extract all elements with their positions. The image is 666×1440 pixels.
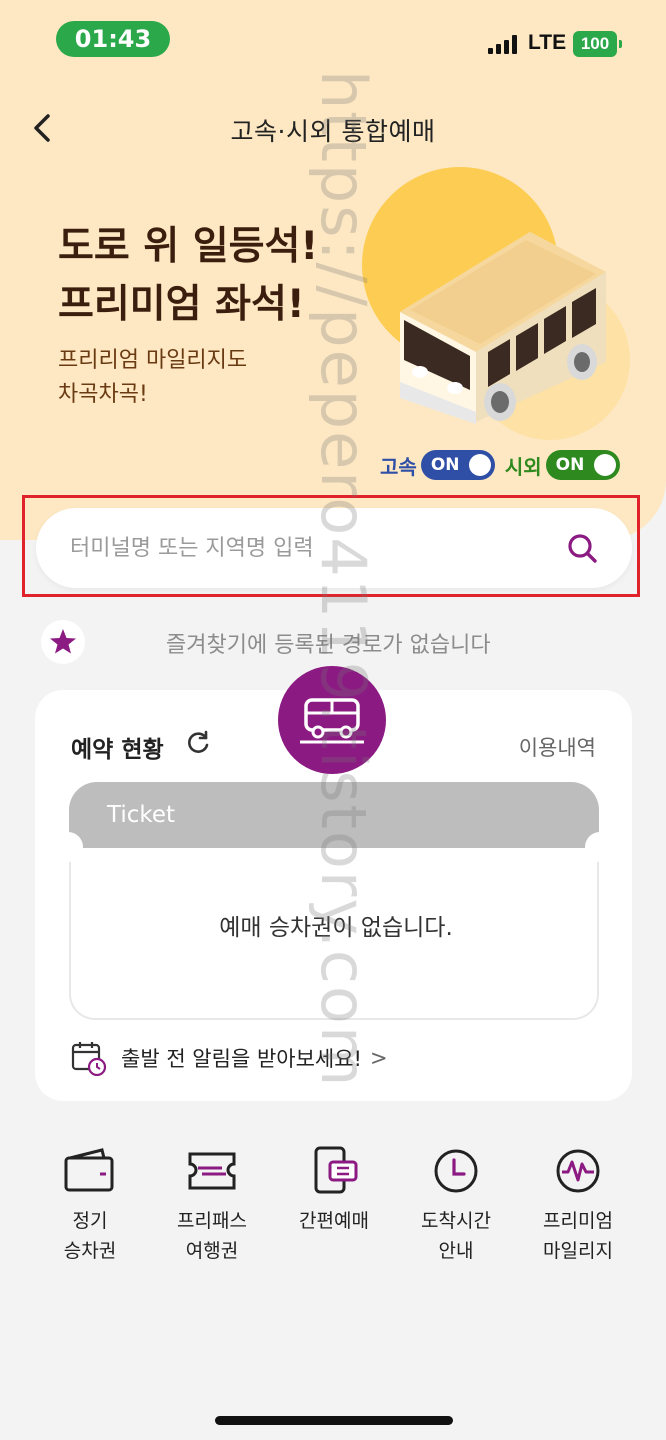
ticket-header: Ticket: [69, 782, 599, 848]
toggle-knob: [593, 454, 616, 476]
ticket-label: Ticket: [107, 802, 176, 828]
chevron-right-icon: >: [369, 1046, 388, 1070]
quick-menu-free-pass[interactable]: 프리패스 여행권: [152, 1146, 272, 1266]
favorites-star-button[interactable]: [41, 620, 85, 664]
toggle-knob: [468, 454, 491, 476]
quick-menu-label: 프리미엄 마일리지: [543, 1210, 613, 1262]
wallet-icon: [64, 1148, 114, 1192]
ticket-placeholder: Ticket 예매 승차권이 없습니다.: [53, 782, 615, 1020]
reservation-title: 예약 현황: [71, 737, 164, 763]
no-ticket-text: 예매 승차권이 없습니다.: [219, 915, 453, 941]
mileage-icon: [556, 1149, 600, 1193]
quick-menu-premium-mileage[interactable]: 프리미엄 마일리지: [518, 1146, 638, 1266]
intercity-toggle-state: ON: [555, 455, 585, 475]
page-title: 고속·시외 통합예매: [230, 117, 436, 146]
status-time: 01:43: [56, 21, 170, 57]
battery-icon: 100: [573, 31, 622, 57]
hero-headline-line-2: 프리미엄 좌석!: [58, 282, 305, 327]
intercity-toggle-label: 시외: [504, 454, 542, 479]
express-toggle-label: 고속: [380, 454, 417, 479]
favorites-empty-text: 즐겨찾기에 등록된 경로가 없습니다: [166, 633, 491, 658]
hero-headline-line-1: 도로 위 일등석!: [58, 224, 319, 269]
hero-headline: 도로 위 일등석! 프리미엄 좌석!: [58, 218, 318, 334]
phone-ticket-icon: [314, 1146, 358, 1194]
ticket-body: 예매 승차권이 없습니다.: [69, 848, 599, 1020]
quick-menu-label: 간편예매: [299, 1210, 369, 1232]
alarm-text: 출발 전 알림을 받아보세요!: [121, 1047, 362, 1071]
quick-menu-easy-booking[interactable]: 간편예매: [274, 1146, 394, 1236]
quick-menu-season-ticket[interactable]: 정기 승차권: [30, 1146, 150, 1266]
quick-menu-arrival-time[interactable]: 도착시간 안내: [396, 1146, 516, 1266]
hero-subline-line-1: 프리리엄 마일리지도: [58, 348, 248, 373]
clock-icon: [434, 1149, 478, 1193]
calendar-clock-icon: [71, 1042, 107, 1076]
quick-menu-label: 프리패스 여행권: [177, 1210, 247, 1262]
free-pass-icon: [188, 1152, 236, 1190]
intercity-toggle[interactable]: ON: [545, 450, 620, 480]
usage-history-link[interactable]: 이용내역: [519, 732, 596, 762]
bus-badge-icon: [278, 666, 386, 774]
bus-illustration: [400, 232, 606, 424]
bus-type-toggles: 고속 ON 시외 ON: [380, 448, 620, 482]
ticket-notch-left: [53, 832, 83, 862]
network-type: LTE: [528, 31, 567, 54]
hero-subline-line-2: 차곡차곡!: [58, 382, 148, 407]
quick-menu-label: 도착시간 안내: [421, 1210, 491, 1262]
ticket-notch-right: [585, 832, 615, 862]
hero-subline: 프리리엄 마일리지도 차곡차곡!: [58, 344, 247, 412]
home-indicator[interactable]: [215, 1416, 453, 1425]
departure-alarm-link[interactable]: 출발 전 알림을 받아보세요! >: [71, 1040, 388, 1076]
quick-menu-label: 정기 승차권: [63, 1210, 117, 1262]
star-icon: [50, 629, 76, 654]
signal-icon: [488, 34, 520, 54]
express-toggle-state: ON: [430, 455, 460, 475]
express-toggle[interactable]: ON: [420, 450, 495, 480]
search-highlight-frame: [22, 495, 640, 597]
refresh-icon[interactable]: [185, 730, 211, 756]
